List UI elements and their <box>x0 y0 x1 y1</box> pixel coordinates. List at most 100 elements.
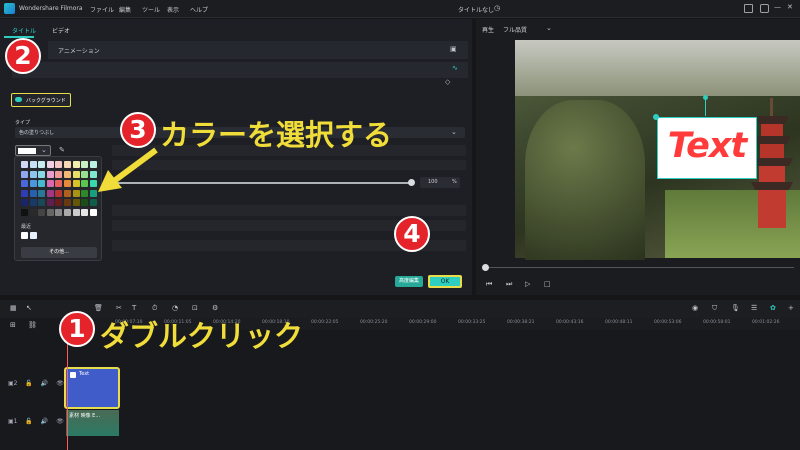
color-swatch[interactable] <box>55 180 63 187</box>
stop-icon[interactable]: □ <box>544 280 551 288</box>
color-swatch[interactable] <box>64 161 71 168</box>
layout-grid-icon[interactable]: ▦ <box>10 304 17 312</box>
color-swatch[interactable] <box>21 180 28 187</box>
color-swatch[interactable] <box>55 208 63 216</box>
cursor-icon[interactable]: ↖ <box>26 304 32 312</box>
title-clip[interactable]: Text <box>64 367 120 409</box>
color-swatch[interactable] <box>21 199 28 206</box>
color-swatch[interactable] <box>46 180 54 187</box>
eye-icon[interactable]: 👁 <box>56 418 64 425</box>
background-toggle[interactable]: バックグラウンド <box>11 93 71 107</box>
more-icon[interactable]: + <box>788 304 794 312</box>
color-swatch[interactable] <box>72 180 80 187</box>
keyframe-curve-icon[interactable]: ∿ <box>452 64 458 72</box>
color-swatch[interactable] <box>55 170 63 178</box>
color-swatch[interactable] <box>46 170 54 178</box>
color-swatch[interactable] <box>89 199 97 206</box>
close-icon[interactable]: ✕ <box>787 3 793 11</box>
lock-icon[interactable]: 🔓 <box>25 380 32 387</box>
microphone-icon[interactable]: 🎙 <box>731 304 740 312</box>
menu-view[interactable]: 表示 <box>167 5 179 14</box>
crop-icon[interactable]: ⊡ <box>192 304 198 312</box>
color-swatch[interactable] <box>46 189 54 197</box>
color-swatch[interactable] <box>29 170 37 178</box>
audio-icon[interactable]: 🔊 <box>41 380 48 387</box>
color-swatch[interactable] <box>55 161 63 168</box>
color-swatch[interactable] <box>81 161 89 168</box>
color-swatch[interactable] <box>55 199 63 206</box>
recent-swatch-white[interactable] <box>21 232 28 239</box>
color-swatch[interactable] <box>29 161 37 168</box>
color-swatch[interactable] <box>29 199 37 206</box>
menu-help[interactable]: ヘルプ <box>190 5 208 14</box>
color-swatch[interactable] <box>72 170 80 178</box>
color-swatch[interactable] <box>81 180 89 187</box>
lock-icon[interactable]: 🔓 <box>25 418 32 425</box>
recent-swatch-pale[interactable] <box>30 232 37 239</box>
resize-handle[interactable] <box>653 114 659 120</box>
save-icon[interactable] <box>760 4 769 13</box>
eyedropper-icon[interactable]: ✎ <box>59 146 65 154</box>
color-swatch[interactable] <box>81 199 89 206</box>
color-swatch[interactable] <box>29 208 37 216</box>
color-swatch[interactable] <box>81 170 89 178</box>
other-colors-button[interactable]: その他... <box>21 247 97 258</box>
color-swatch[interactable] <box>64 180 71 187</box>
ok-button[interactable]: OK <box>428 275 462 288</box>
color-swatch[interactable] <box>64 170 71 178</box>
scrubber-handle[interactable] <box>482 264 489 271</box>
play-icon[interactable]: ▷ <box>525 280 530 288</box>
minimize-icon[interactable]: — <box>774 3 781 11</box>
color-swatch[interactable] <box>89 208 97 216</box>
ai-icon[interactable]: ✿ <box>770 304 776 312</box>
rotate-handle[interactable] <box>703 95 708 100</box>
cut-icon[interactable]: ✂ <box>116 304 122 312</box>
color-swatch[interactable] <box>38 161 46 168</box>
link-icon[interactable]: ⛓ <box>28 321 37 329</box>
color-swatch[interactable] <box>64 189 71 197</box>
tab-animation[interactable]: アニメーション <box>58 46 100 55</box>
color-swatch[interactable] <box>38 199 46 206</box>
quality-select[interactable]: フル品質 <box>503 25 527 34</box>
color-swatch[interactable] <box>46 161 54 168</box>
color-dropdown[interactable]: ⌄ <box>15 145 51 156</box>
save-preset-icon[interactable]: ▣ <box>450 45 457 53</box>
color-swatch[interactable] <box>72 189 80 197</box>
color-swatch[interactable] <box>72 199 80 206</box>
advanced-edit-button[interactable]: 高度編集 <box>395 276 423 287</box>
preview-scrubber[interactable] <box>484 267 794 268</box>
color-swatch[interactable] <box>21 189 28 197</box>
tab-video[interactable]: ビデオ <box>52 26 70 35</box>
color-swatch[interactable] <box>29 189 37 197</box>
tab-title[interactable]: タイトル <box>12 26 36 35</box>
speed-icon[interactable]: ◔ <box>172 304 178 312</box>
shield-icon[interactable]: ⛉ <box>712 304 717 313</box>
color-swatch[interactable] <box>55 189 63 197</box>
keyframe-diamond-icon[interactable]: ◇ <box>445 78 450 86</box>
add-track-icon[interactable]: ⊞ <box>10 321 16 329</box>
delete-icon[interactable]: 🗑 <box>94 304 103 312</box>
opacity-slider-handle[interactable] <box>408 179 415 186</box>
opacity-input[interactable]: 100 % <box>420 177 460 188</box>
render-icon[interactable]: ◉ <box>692 304 698 312</box>
color-swatch[interactable] <box>64 199 71 206</box>
step-back-icon[interactable]: ⏭ <box>506 280 512 289</box>
menu-edit[interactable]: 編集 <box>119 5 131 14</box>
color-swatch[interactable] <box>81 189 89 197</box>
menu-file[interactable]: ファイル <box>90 5 114 14</box>
color-swatch[interactable] <box>46 199 54 206</box>
menu-tools[interactable]: ツール <box>142 5 160 14</box>
timer-icon[interactable]: ⏱ <box>152 304 157 313</box>
video-clip[interactable]: 素材 映像 E... <box>66 410 119 436</box>
color-swatch[interactable] <box>38 170 46 178</box>
color-swatch[interactable] <box>38 180 46 187</box>
project-info-icon[interactable]: ◷ <box>494 4 500 12</box>
color-swatch[interactable] <box>21 170 28 178</box>
eye-icon[interactable]: 👁 <box>56 380 64 387</box>
color-swatch[interactable] <box>21 208 28 216</box>
audio-icon[interactable]: 🔊 <box>41 418 48 425</box>
text-tool-icon[interactable]: T <box>132 304 136 312</box>
layout-icon[interactable] <box>744 4 753 13</box>
color-swatch[interactable] <box>38 208 46 216</box>
color-swatch[interactable] <box>81 208 89 216</box>
